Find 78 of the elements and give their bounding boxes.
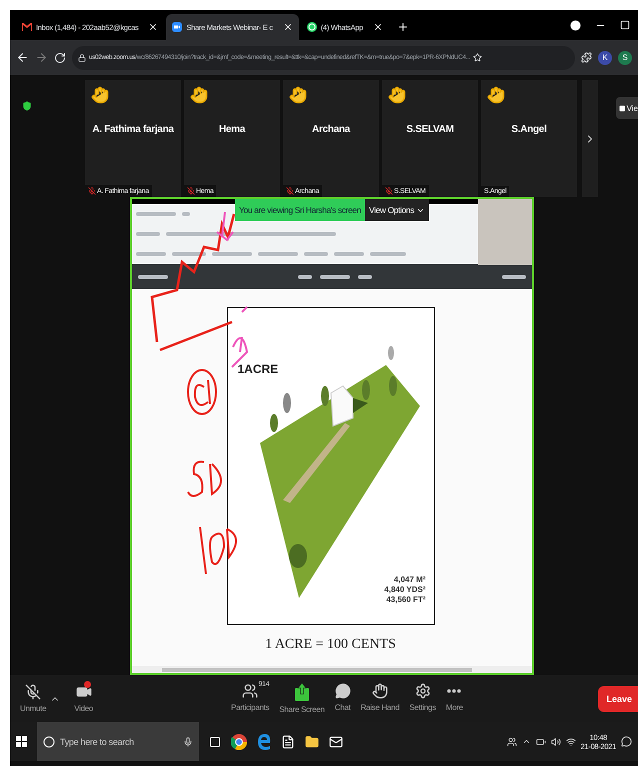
toolbar-button[interactable]: Raise Hand — [356, 683, 404, 714]
chat-logo-icon — [306, 22, 317, 32]
video-placeholder — [478, 199, 532, 265]
handwriting-drawing — [199, 526, 237, 575]
shield-icon — [22, 101, 32, 111]
puzzle-icon — [581, 52, 592, 63]
browser-logo-icon[interactable] — [231, 734, 247, 750]
forward-icon — [35, 51, 48, 64]
settings-icon — [414, 683, 431, 699]
house-drawing — [330, 385, 368, 427]
view-button[interactable]: Vie — [616, 97, 638, 119]
slide-caption: 1 ACRE = 100 CENTS — [265, 637, 396, 653]
leave-button[interactable]: Leave — [598, 686, 638, 712]
restore-icon — [620, 20, 630, 30]
video-camera-logo-icon — [172, 22, 182, 32]
chat-bubble-icon — [334, 683, 351, 699]
folder-icon — [305, 734, 319, 748]
search-field[interactable]: Type here to search — [37, 722, 199, 761]
speaker-icon — [550, 736, 561, 746]
muted-microphone-icon — [286, 187, 294, 195]
more-icon — [447, 689, 462, 693]
participant-name: Archana — [311, 124, 352, 135]
close-icon — [372, 22, 383, 32]
muted-microphone-icon — [385, 187, 393, 195]
tree — [388, 376, 396, 396]
area-figure: 43,560 FT² — [386, 595, 426, 604]
star-icon — [472, 53, 482, 62]
tree — [362, 380, 370, 400]
view-options-button[interactable]: View Options — [364, 199, 430, 221]
people-icon — [242, 683, 258, 699]
account-avatar[interactable]: S — [618, 50, 632, 64]
area-figure: 4,047 M² — [394, 575, 426, 584]
caret-icon — [522, 737, 531, 746]
tree — [320, 386, 328, 406]
mail-logo-icon — [22, 23, 32, 31]
tree — [288, 544, 306, 568]
toolbar-button[interactable]: Share Screen — [275, 683, 329, 714]
lock-icon — [78, 54, 86, 62]
share-screen-icon — [294, 683, 310, 701]
battery-icon — [536, 736, 546, 746]
close-icon — [148, 22, 158, 32]
area-figure: 4,840 YDS² — [384, 585, 426, 594]
toolbar-button[interactable]: More — [442, 683, 467, 714]
muted-microphone-icon — [25, 684, 42, 700]
edge-logo-icon[interactable] — [257, 734, 271, 750]
slide-heading: 1ACRE — [238, 362, 280, 376]
windows-logo-icon — [16, 736, 27, 747]
alert-dot — [84, 681, 92, 688]
mail-icon — [329, 734, 343, 748]
profile-badge[interactable]: K — [598, 50, 612, 64]
ring-icon — [43, 736, 55, 748]
handwriting-drawing — [187, 460, 222, 497]
reload-icon — [54, 52, 66, 64]
muted-microphone-icon — [187, 187, 195, 195]
task-view-icon — [209, 736, 221, 748]
notification-icon — [621, 736, 632, 747]
wifi-icon — [566, 736, 576, 746]
participant-name: Hema — [218, 124, 246, 135]
muted-microphone-icon — [88, 187, 96, 195]
tree — [270, 414, 278, 432]
microphone-icon — [183, 736, 193, 746]
plus-icon — [396, 21, 409, 33]
toolbar-button[interactable]: Unmute — [16, 684, 50, 713]
square-icon — [619, 104, 626, 112]
participant-name: A. Fathima farjana — [91, 124, 175, 135]
back-icon — [16, 51, 29, 64]
participant-name: S.SELVAM — [405, 124, 455, 135]
hand-icon — [372, 683, 388, 699]
tree — [282, 393, 290, 413]
participant-name: S.Angel — [510, 124, 548, 135]
screen-share-banner: You are viewing Sri Harsha's screen — [235, 199, 365, 221]
tree — [388, 346, 394, 360]
toolbar-button[interactable]: Video — [70, 684, 98, 713]
toolbar-button[interactable]: Chat — [330, 683, 355, 714]
close-icon — [282, 22, 293, 32]
ink-arrow — [216, 211, 234, 242]
handwriting-drawing — [187, 369, 217, 415]
toolbar-button[interactable]: Settings — [405, 683, 440, 714]
